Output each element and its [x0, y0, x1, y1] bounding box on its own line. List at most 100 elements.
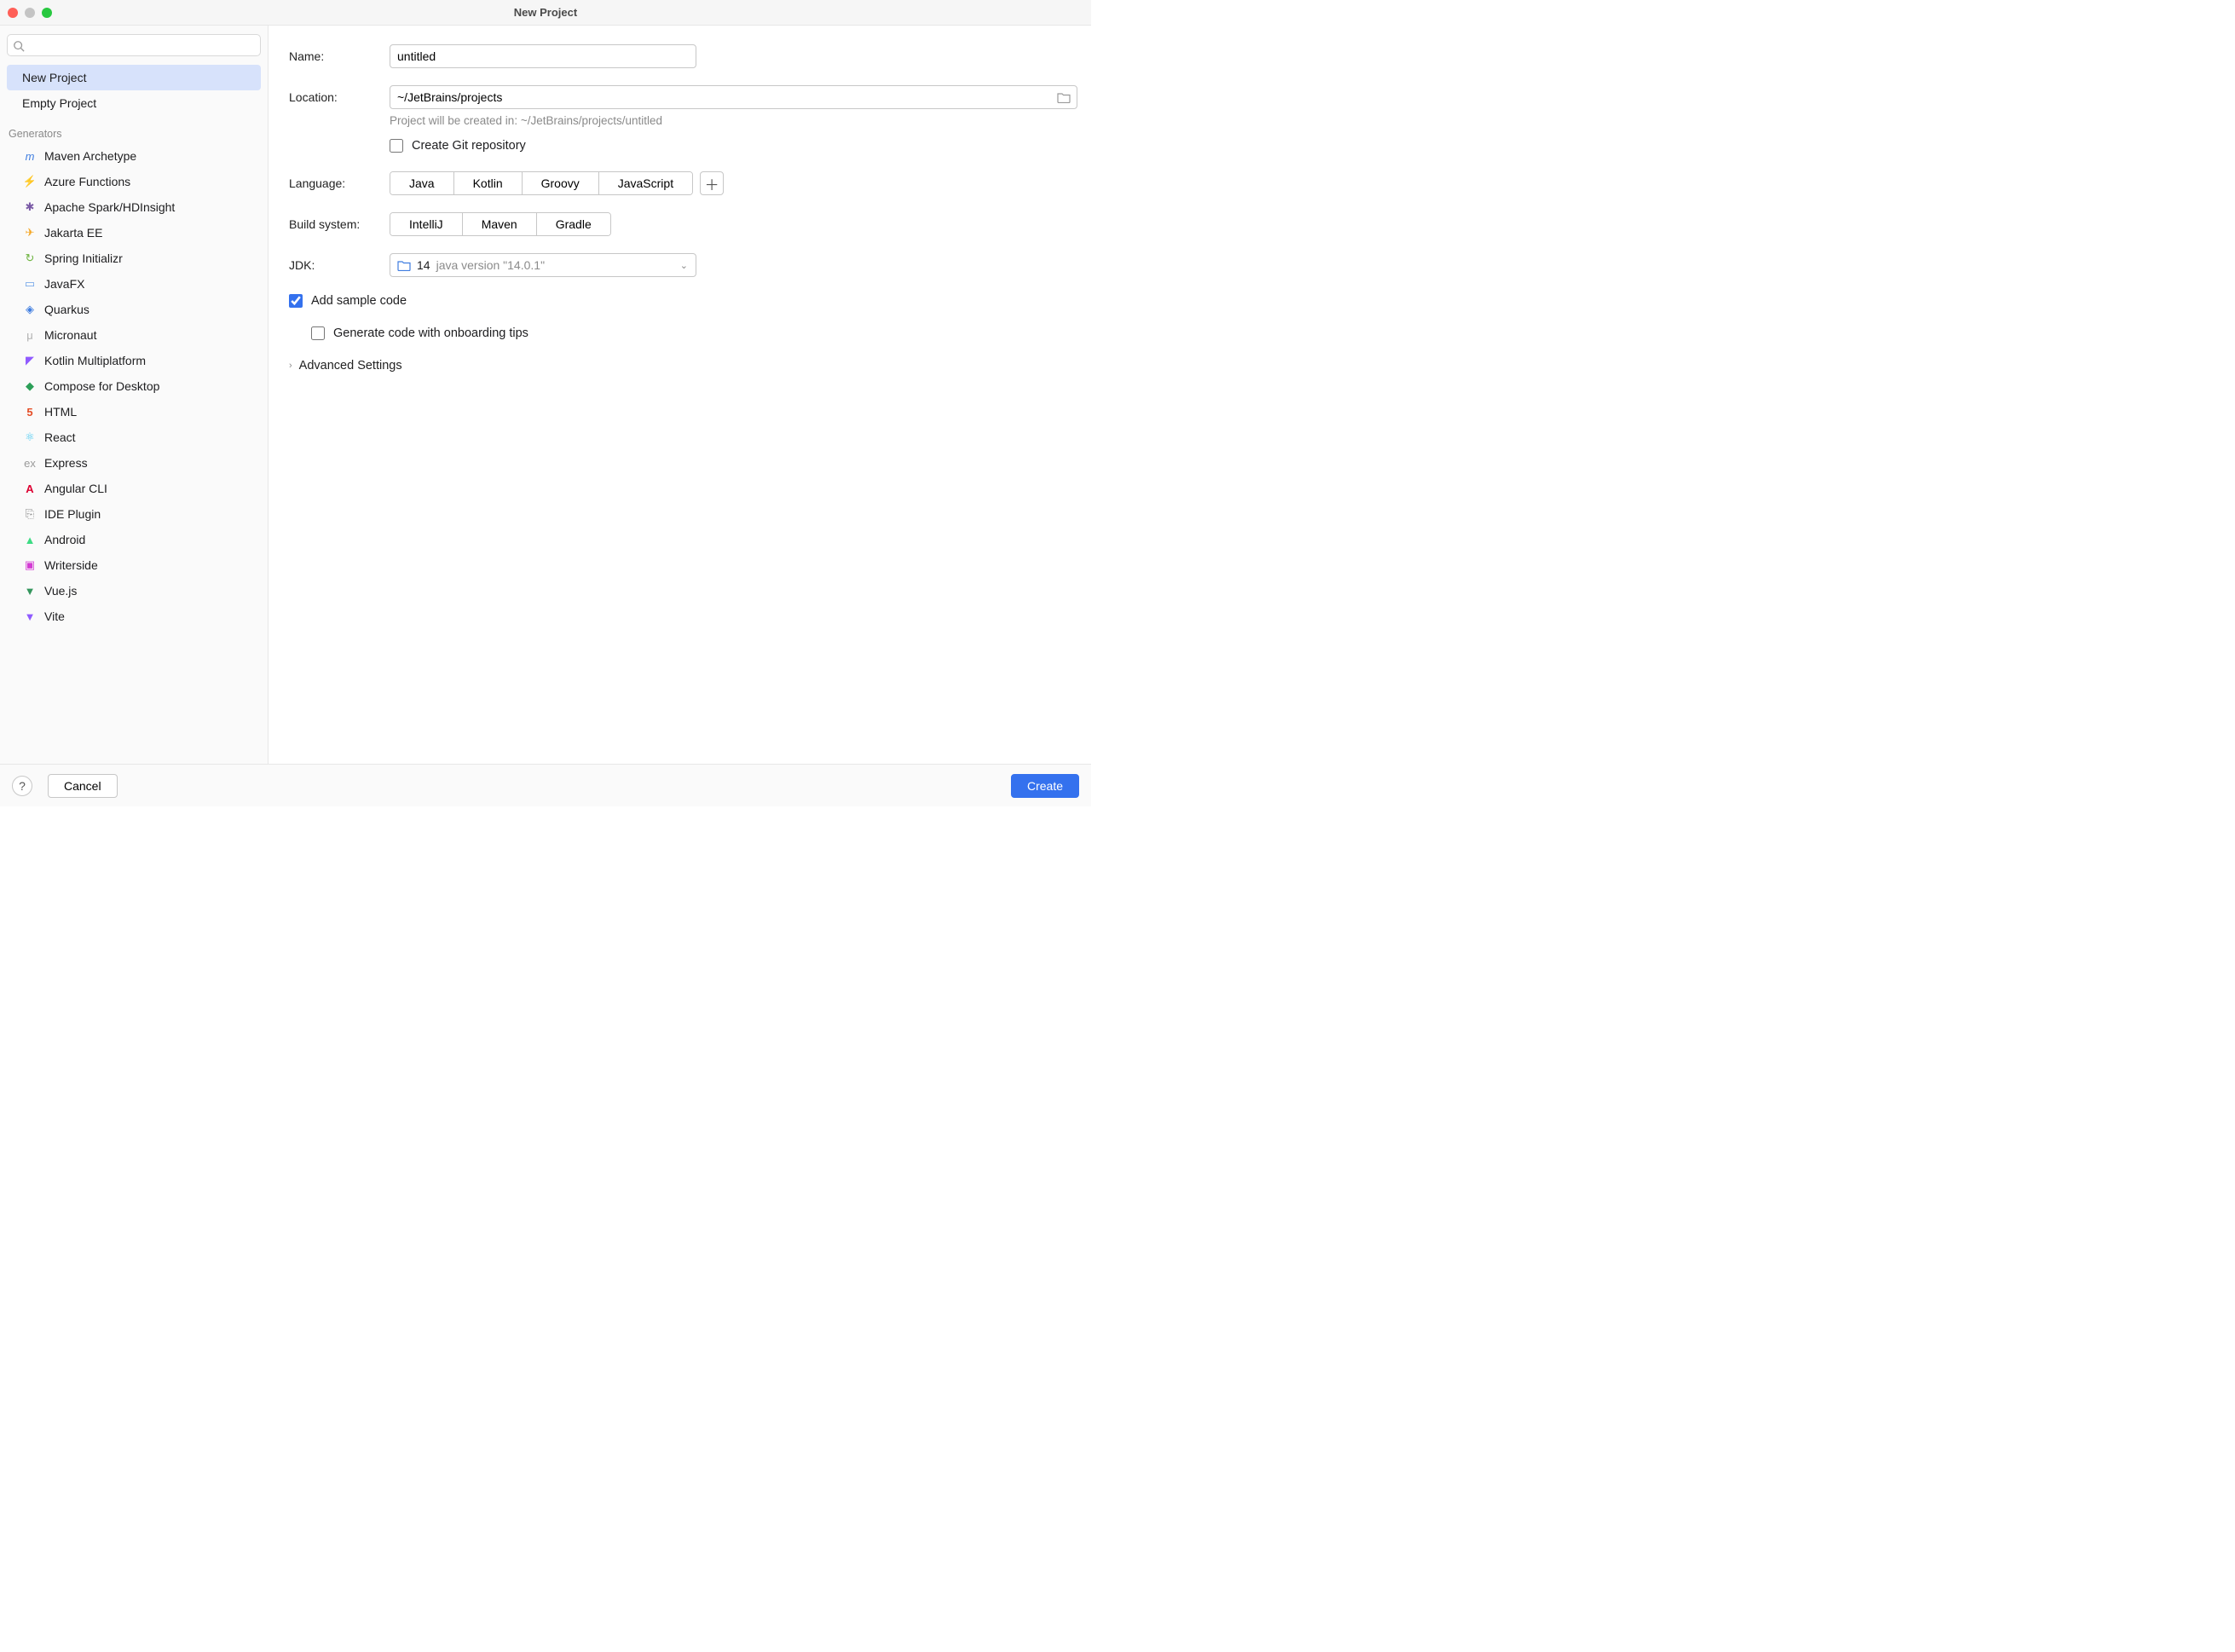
sidebar-item-generator[interactable]: ◈ Quarkus	[7, 297, 261, 322]
chevron-right-icon: ›	[289, 361, 292, 371]
quarkus-icon: ◈	[22, 302, 38, 317]
sidebar-item-generator[interactable]: ex Express	[7, 450, 261, 476]
location-input[interactable]	[390, 85, 1077, 109]
sidebar-item-generator[interactable]: ▼ Vue.js	[7, 578, 261, 604]
spark-icon: ✱	[22, 199, 38, 215]
sidebar-item-label: Android	[44, 533, 85, 546]
sidebar-item-label: JavaFX	[44, 277, 84, 291]
create-button[interactable]: Create	[1011, 774, 1079, 798]
onboarding-tips-label: Generate code with onboarding tips	[333, 326, 528, 340]
writerside-icon: ▣	[22, 557, 38, 573]
sidebar-item-label: Spring Initializr	[44, 251, 123, 265]
sidebar-item-label: Maven Archetype	[44, 149, 136, 163]
window-title: New Project	[0, 6, 1091, 19]
angular-icon: A	[22, 481, 38, 496]
sidebar-item-label: Jakarta EE	[44, 226, 102, 240]
jdk-label: JDK:	[289, 258, 390, 272]
sidebar-item-generator[interactable]: ✱ Apache Spark/HDInsight	[7, 194, 261, 220]
sidebar-item-generator[interactable]: A Angular CLI	[7, 476, 261, 501]
sidebar-item-generator[interactable]: ⚛React	[7, 425, 261, 450]
advanced-settings-label: Advanced Settings	[299, 359, 402, 373]
onboarding-tips-checkbox[interactable]	[311, 326, 325, 340]
sidebar-item-label: Kotlin Multiplatform	[44, 354, 146, 367]
sidebar-item-label: Vue.js	[44, 584, 77, 598]
sidebar-item-label: Express	[44, 456, 88, 470]
sidebar-item-label: Angular CLI	[44, 482, 107, 495]
language-label: Language:	[289, 176, 390, 190]
sidebar-item-label: Quarkus	[44, 303, 90, 316]
create-git-checkbox[interactable]	[390, 139, 403, 153]
sidebar-item-generator[interactable]: ⚡ Azure Functions	[7, 169, 261, 194]
location-label: Location:	[289, 90, 390, 104]
ide-plugin-icon: ⎘	[22, 506, 38, 522]
sidebar-item-label: Compose for Desktop	[44, 379, 159, 393]
folder-icon	[397, 259, 411, 271]
language-option-kotlin[interactable]: Kotlin	[453, 172, 522, 194]
sidebar-item-generator[interactable]: ▣ Writerside	[7, 552, 261, 578]
sidebar-item-label: IDE Plugin	[44, 507, 101, 521]
language-option-javascript[interactable]: JavaScript	[598, 172, 692, 194]
search-input[interactable]	[7, 34, 261, 56]
language-segmented: JavaKotlinGroovyJavaScript	[390, 171, 693, 195]
sidebar-item-label: Writerside	[44, 558, 98, 572]
sidebar-item-label: Apache Spark/HDInsight	[44, 200, 175, 214]
sidebar-item-generator[interactable]: ▲ Android	[7, 527, 261, 552]
android-icon: ▲	[22, 532, 38, 547]
chevron-down-icon: ⌄	[680, 260, 688, 271]
sidebar-item-generator[interactable]: 5 HTML	[7, 399, 261, 425]
help-icon: ?	[19, 779, 26, 793]
create-git-label: Create Git repository	[412, 139, 526, 153]
titlebar: New Project	[0, 0, 1091, 26]
sidebar-item-label: Vite	[44, 609, 65, 623]
sidebar-item-generator[interactable]: ▼ Vite	[7, 604, 261, 629]
advanced-settings-toggle[interactable]: › Advanced Settings	[289, 359, 1071, 373]
html-icon: 5	[22, 404, 38, 419]
build-option-maven[interactable]: Maven	[462, 213, 536, 235]
sidebar-item-label: Empty Project	[22, 96, 96, 110]
vite-icon: ▼	[22, 609, 38, 624]
sidebar-item-generator[interactable]: μMicronaut	[7, 322, 261, 348]
location-hint: Project will be created in: ~/JetBrains/…	[390, 114, 1071, 127]
sidebar-item-label: Azure Functions	[44, 175, 130, 188]
express-icon: ex	[22, 455, 38, 471]
project-type-tree: New Project Empty Project Generators m Ma…	[0, 63, 268, 631]
sidebar-item-label: New Project	[22, 71, 86, 84]
sidebar-item-label: React	[44, 430, 76, 444]
add-sample-code-checkbox[interactable]	[289, 294, 303, 308]
jdk-selected-version: 14	[417, 258, 430, 272]
name-input[interactable]	[390, 44, 696, 68]
compose-icon: ◆	[22, 378, 38, 394]
sidebar-item-generator[interactable]: ▭ JavaFX	[7, 271, 261, 297]
sidebar-item-generator[interactable]: ◤ Kotlin Multiplatform	[7, 348, 261, 373]
vue-icon: ▼	[22, 583, 38, 598]
sidebar-item-generator[interactable]: ✈Jakarta EE	[7, 220, 261, 245]
azure-icon: ⚡	[22, 174, 38, 189]
sidebar-item-empty-project[interactable]: Empty Project	[7, 90, 261, 116]
sidebar-item-generator[interactable]: ◆ Compose for Desktop	[7, 373, 261, 399]
maven-icon: m	[22, 148, 38, 164]
build-option-gradle[interactable]: Gradle	[536, 213, 610, 235]
sidebar-item-label: HTML	[44, 405, 77, 419]
language-option-java[interactable]: Java	[390, 172, 453, 194]
name-label: Name:	[289, 49, 390, 63]
sidebar: New Project Empty Project Generators m Ma…	[0, 26, 269, 764]
sidebar-item-generator[interactable]: ⎘ IDE Plugin	[7, 501, 261, 527]
add-language-button[interactable]: ＋	[700, 171, 724, 195]
jdk-selected-desc: java version "14.0.1"	[436, 258, 545, 272]
micronaut-icon: μ	[22, 327, 38, 343]
build-system-segmented: IntelliJMavenGradle	[390, 212, 611, 236]
sidebar-item-generator[interactable]: ↻Spring Initializr	[7, 245, 261, 271]
add-sample-code-label: Add sample code	[311, 294, 407, 308]
language-option-groovy[interactable]: Groovy	[522, 172, 598, 194]
kotlin-icon: ◤	[22, 353, 38, 368]
build-option-intellij[interactable]: IntelliJ	[390, 213, 462, 235]
cancel-button[interactable]: Cancel	[48, 774, 118, 798]
javafx-icon: ▭	[22, 276, 38, 292]
new-project-form: Name: Location: Project will be created …	[269, 26, 1091, 764]
sidebar-item-generator[interactable]: m Maven Archetype	[7, 143, 261, 169]
jdk-select[interactable]: 14 java version "14.0.1" ⌄	[390, 253, 696, 277]
dialog-footer: ? Cancel Create	[0, 764, 1091, 806]
help-button[interactable]: ?	[12, 776, 32, 796]
sidebar-item-new-project[interactable]: New Project	[7, 65, 261, 90]
generators-header: Generators	[7, 116, 261, 143]
